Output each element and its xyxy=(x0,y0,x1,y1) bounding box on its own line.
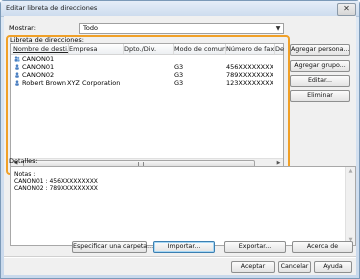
specify-folder-button[interactable]: Especificar una carpeta... xyxy=(72,241,153,253)
row-mode: G3 xyxy=(174,71,184,79)
column-company[interactable]: Empresa xyxy=(67,44,124,54)
column-fax-number[interactable]: Número de fax/... xyxy=(224,44,275,54)
row-company: XYZ Corporation xyxy=(67,79,121,87)
row-mode: G3 xyxy=(174,63,184,71)
delete-button[interactable]: Eliminar xyxy=(290,90,350,102)
close-button[interactable]: ✕ xyxy=(337,3,356,16)
filter-value: Todo xyxy=(83,24,98,32)
edit-button[interactable]: Editar... xyxy=(290,75,350,87)
row-name: CANON01 xyxy=(22,63,55,71)
person-icon xyxy=(15,72,19,78)
list-item[interactable]: CANON01 G3 456XXXXXXXXX xyxy=(11,63,283,71)
row-number: 789XXXXXXXXX xyxy=(226,71,273,79)
column-department[interactable]: Dpto./Div. xyxy=(122,44,174,54)
filter-select[interactable]: Todo ▼ xyxy=(79,23,284,34)
details-panel: Notas : CANON01 : 456XXXXXXXXX CANON02 :… xyxy=(10,166,356,246)
import-button[interactable]: Importar... xyxy=(153,241,215,253)
add-person-button[interactable]: Agregar persona... xyxy=(290,44,350,56)
chevron-down-icon: ▼ xyxy=(275,25,281,32)
row-number: 456XXXXXXXXX xyxy=(226,63,273,71)
list-item[interactable]: CANON02 G3 789XXXXXXXXX xyxy=(11,71,283,79)
row-number: 123XXXXXXXXX xyxy=(226,79,273,87)
window-title: Editar libreta de direcciones xyxy=(6,4,98,12)
address-book-list[interactable]: Nombre de desti... Empresa Dpto./Div. Mo… xyxy=(10,43,284,169)
column-destination[interactable]: Dest xyxy=(273,44,284,54)
add-group-button[interactable]: Agregar grupo... xyxy=(290,60,350,72)
column-comm-mode[interactable]: Modo de comuni... xyxy=(172,44,226,54)
title-bar[interactable]: Editar libreta de direcciones ✕ xyxy=(1,1,359,17)
dialog-body: Mostrar: Todo ▼ Libreta de direcciones: … xyxy=(4,16,356,275)
close-icon: ✕ xyxy=(343,4,350,13)
list-item[interactable]: CANON01 xyxy=(11,55,283,63)
row-name: CANON01 xyxy=(22,55,55,63)
group-icon xyxy=(14,56,20,62)
dialog-window: Editar libreta de direcciones ✕ Mostrar:… xyxy=(0,0,360,279)
vertical-scrollbar[interactable]: ▲ ▼ xyxy=(345,167,355,245)
row-name: Robert Brown xyxy=(22,79,66,87)
footer-divider xyxy=(4,256,356,258)
scroll-up-icon[interactable]: ▲ xyxy=(346,167,355,176)
details-notes: Notas : xyxy=(14,171,36,178)
cancel-button[interactable]: Cancelar xyxy=(278,261,311,273)
help-button[interactable]: Ayuda xyxy=(314,261,352,273)
about-button[interactable]: Acerca de xyxy=(292,241,353,253)
column-destination-name[interactable]: Nombre de desti... xyxy=(11,44,69,54)
export-button[interactable]: Exportar... xyxy=(224,241,286,253)
filter-label: Mostrar: xyxy=(9,24,36,32)
list-item[interactable]: Robert Brown XYZ Corporation G3 123XXXXX… xyxy=(11,79,283,87)
person-icon xyxy=(15,80,19,86)
list-header: Nombre de desti... Empresa Dpto./Div. Mo… xyxy=(11,44,284,55)
details-label: Detalles: xyxy=(9,157,38,165)
accept-button[interactable]: Aceptar xyxy=(231,261,275,273)
details-line: CANON01 : 456XXXXXXXXX xyxy=(14,178,98,185)
row-name: CANON02 xyxy=(22,71,55,79)
details-line: CANON02 : 789XXXXXXXXX xyxy=(14,185,98,192)
person-icon xyxy=(15,64,19,70)
row-mode: G3 xyxy=(174,79,184,87)
